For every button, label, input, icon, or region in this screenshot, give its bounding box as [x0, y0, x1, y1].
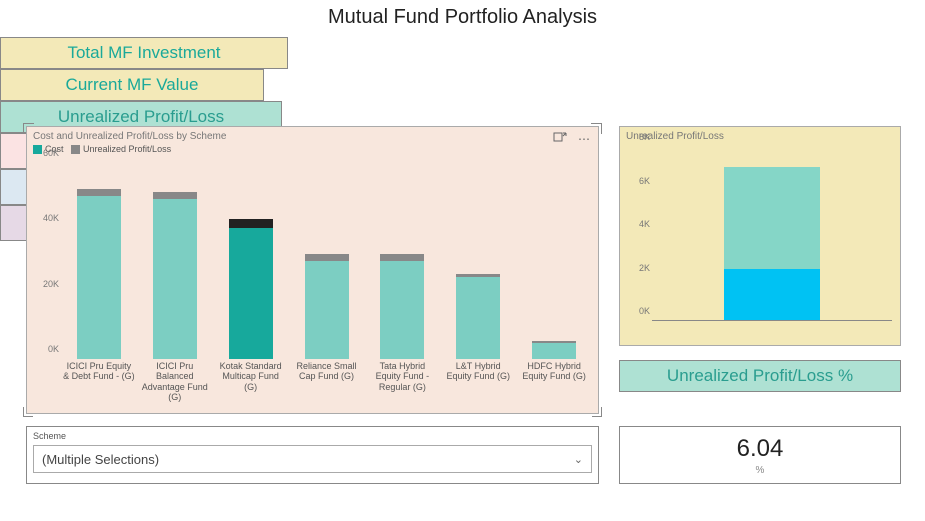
chart2-ytick: 0K: [639, 306, 650, 316]
chart2-ytick: 2K: [639, 263, 650, 273]
scheme-slicer: Scheme (Multiple Selections) ⌄: [26, 426, 599, 484]
chart1-xlabel: ICICI Pru Balanced Advantage Fund (G): [137, 361, 213, 409]
unrealized-pl-chart[interactable]: Unrealized Profit/Loss 0K 2K 4K 6K 8K: [619, 126, 901, 346]
slicer-value: (Multiple Selections): [42, 452, 159, 467]
chart2-title: Unrealized Profit/Loss: [620, 127, 900, 146]
chart1-ytick: 0K: [48, 344, 59, 354]
more-options-icon[interactable]: ⋯: [576, 131, 592, 147]
bar-segment-cost[interactable]: [380, 261, 424, 359]
unrealized-pl-pct-label: Unrealized Profit/Loss %: [619, 360, 901, 392]
chart2-ytick: 6K: [639, 176, 650, 186]
chart1-title: Cost and Unrealized Profit/Loss by Schem…: [27, 127, 598, 142]
bar-segment-cost[interactable]: [153, 199, 197, 359]
chart1-xlabel: Tata Hybrid Equity Fund - Regular (G): [364, 361, 440, 409]
chart2-ytick: 4K: [639, 219, 650, 229]
unrealized-pl-pct-card: 6.04 %: [619, 426, 901, 484]
unrealized-pl-pct-value: 6.04: [737, 435, 784, 463]
chevron-down-icon: ⌄: [574, 453, 583, 466]
chart1-ytick: 40K: [43, 213, 59, 223]
chart1-xlabel: L&T Hybrid Equity Fund (G): [440, 361, 516, 409]
bar-segment-cost[interactable]: [229, 228, 273, 359]
chart1-xlabel: ICICI Pru Equity & Debt Fund - (G): [61, 361, 137, 409]
chart2-segment-a[interactable]: [724, 167, 820, 269]
chart1-bar[interactable]: [516, 163, 592, 359]
current-value-label: Current MF Value: [0, 69, 264, 101]
chart1-xlabel: Reliance Small Cap Fund (G): [289, 361, 365, 409]
scheme-dropdown[interactable]: (Multiple Selections) ⌄: [33, 445, 592, 473]
chart1-xlabel: HDFC Hybrid Equity Fund (G): [516, 361, 592, 409]
unrealized-pl-pct-unit: %: [756, 465, 765, 476]
chart1-bar[interactable]: [364, 163, 440, 359]
chart1-legend: Cost Unrealized Profit/Loss: [27, 142, 598, 156]
bar-segment-cost[interactable]: [305, 261, 349, 359]
legend-swatch-cost: [33, 145, 42, 154]
focus-mode-icon[interactable]: [552, 131, 568, 147]
bar-segment-cost[interactable]: [456, 277, 500, 359]
chart1-bar[interactable]: [61, 163, 137, 359]
chart2-ytick: 8K: [639, 132, 650, 142]
legend-swatch-upl: [71, 145, 80, 154]
cost-upl-by-scheme-chart[interactable]: Cost and Unrealized Profit/Loss by Schem…: [26, 126, 599, 414]
chart2-segment-b[interactable]: [724, 269, 820, 321]
chart1-bar[interactable]: [213, 163, 289, 359]
bar-segment-cost[interactable]: [77, 196, 121, 359]
chart1-ytick: 20K: [43, 279, 59, 289]
slicer-title: Scheme: [27, 427, 598, 443]
chart1-bar[interactable]: [289, 163, 365, 359]
chart1-bar[interactable]: [137, 163, 213, 359]
legend-label-upl: Unrealized Profit/Loss: [83, 144, 171, 154]
total-investment-label: Total MF Investment: [0, 37, 288, 69]
chart1-xlabel: Kotak Standard Multicap Fund (G): [213, 361, 289, 409]
bar-segment-cost[interactable]: [532, 343, 576, 359]
chart1-bar[interactable]: [440, 163, 516, 359]
chart1-ytick: 60K: [43, 148, 59, 158]
page-title: Mutual Fund Portfolio Analysis: [0, 0, 925, 37]
bar-segment-upl[interactable]: [229, 219, 273, 229]
